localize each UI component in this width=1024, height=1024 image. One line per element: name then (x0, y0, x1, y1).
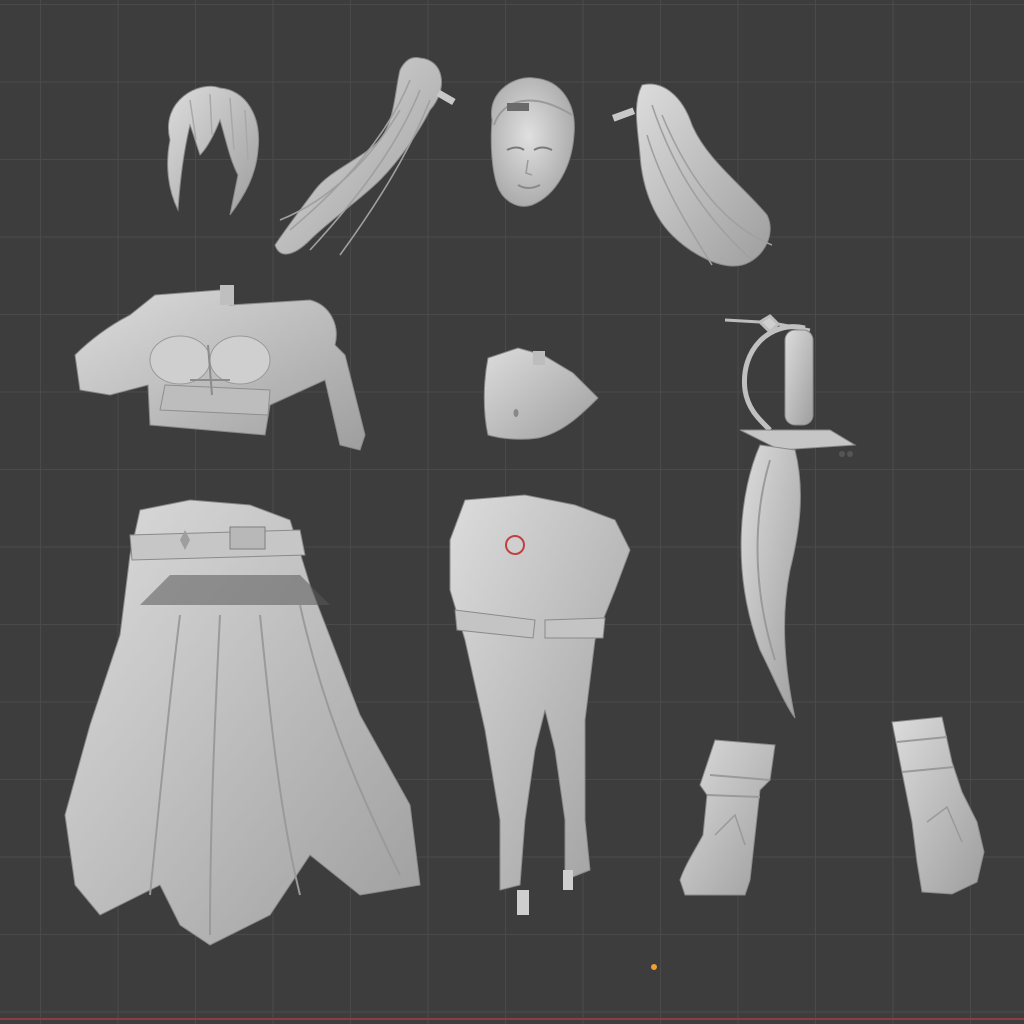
legs-shorts-stockings-mesh[interactable] (445, 490, 635, 920)
boot-right-mesh[interactable] (882, 712, 992, 897)
head-mesh[interactable] (472, 75, 582, 215)
torso-midriff-mesh[interactable] (478, 343, 603, 443)
skirt-belt-mesh[interactable] (60, 495, 430, 955)
saber-sword-mesh[interactable] (720, 310, 865, 720)
hair-ponytail-left-mesh[interactable] (270, 50, 465, 270)
hair-bangs-mesh[interactable] (150, 80, 270, 220)
origin-point (651, 964, 657, 970)
x-axis-line (0, 1018, 1024, 1020)
3d-viewport[interactable] (0, 0, 1024, 1024)
hair-ponytail-right-mesh[interactable] (612, 75, 782, 275)
boot-left-mesh[interactable] (675, 735, 780, 900)
jacket-top-mesh[interactable] (70, 285, 380, 475)
